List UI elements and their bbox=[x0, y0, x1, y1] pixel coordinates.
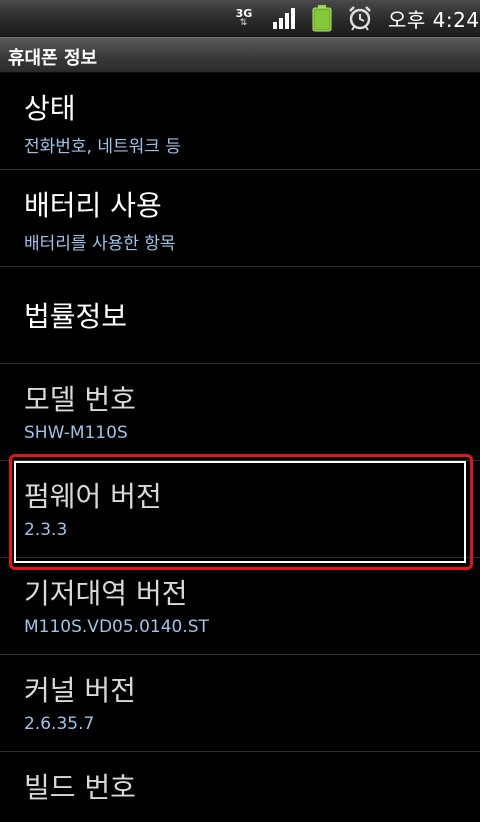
item-title: 상태 bbox=[24, 92, 76, 125]
item-title: 기저대역 버전 bbox=[24, 577, 188, 610]
data-activity-icon: ⇅ bbox=[239, 18, 249, 28]
item-title: 빌드 번호 bbox=[24, 771, 136, 804]
list-item-kernel-version: 커널 버전 2.6.35.7 bbox=[0, 655, 480, 752]
signal-strength-icon bbox=[272, 0, 298, 36]
status-clock: 오후 4:24 bbox=[388, 7, 480, 32]
item-summary: 전화번호, 네트워크 등 bbox=[24, 137, 181, 157]
item-summary: SHW-M110S bbox=[24, 423, 128, 443]
list-item-model-number: 모델 번호 SHW-M110S bbox=[0, 364, 480, 461]
title-bar: 휴대폰 정보 bbox=[0, 37, 480, 73]
list-item-build-number: 빌드 번호 bbox=[0, 752, 480, 822]
item-title: 배터리 사용 bbox=[24, 189, 162, 222]
network-3g-icon: 3G ⇅ bbox=[232, 0, 256, 36]
item-summary: 2.6.35.7 bbox=[24, 714, 95, 734]
settings-list: 상태 전화번호, 네트워크 등 배터리 사용 배터리를 사용한 항목 법률정보 … bbox=[0, 73, 480, 822]
item-title: 커널 버전 bbox=[24, 674, 136, 707]
page-title: 휴대폰 정보 bbox=[8, 48, 98, 69]
focus-outline bbox=[14, 461, 466, 563]
item-title: 법률정보 bbox=[24, 300, 128, 333]
item-summary: M110S.VD05.0140.ST bbox=[24, 617, 209, 637]
list-item-status[interactable]: 상태 전화번호, 네트워크 등 bbox=[0, 73, 480, 170]
list-item-legal-info[interactable]: 법률정보 bbox=[0, 267, 480, 364]
status-bar: 3G ⇅ 오후 4:24 bbox=[0, 0, 480, 37]
list-item-battery-use[interactable]: 배터리 사용 배터리를 사용한 항목 bbox=[0, 170, 480, 267]
battery-icon bbox=[312, 0, 332, 36]
alarm-clock-icon bbox=[347, 0, 373, 36]
item-title: 모델 번호 bbox=[24, 383, 136, 416]
item-summary: 배터리를 사용한 항목 bbox=[24, 234, 176, 254]
list-item-baseband-version: 기저대역 버전 M110S.VD05.0140.ST bbox=[0, 558, 480, 655]
